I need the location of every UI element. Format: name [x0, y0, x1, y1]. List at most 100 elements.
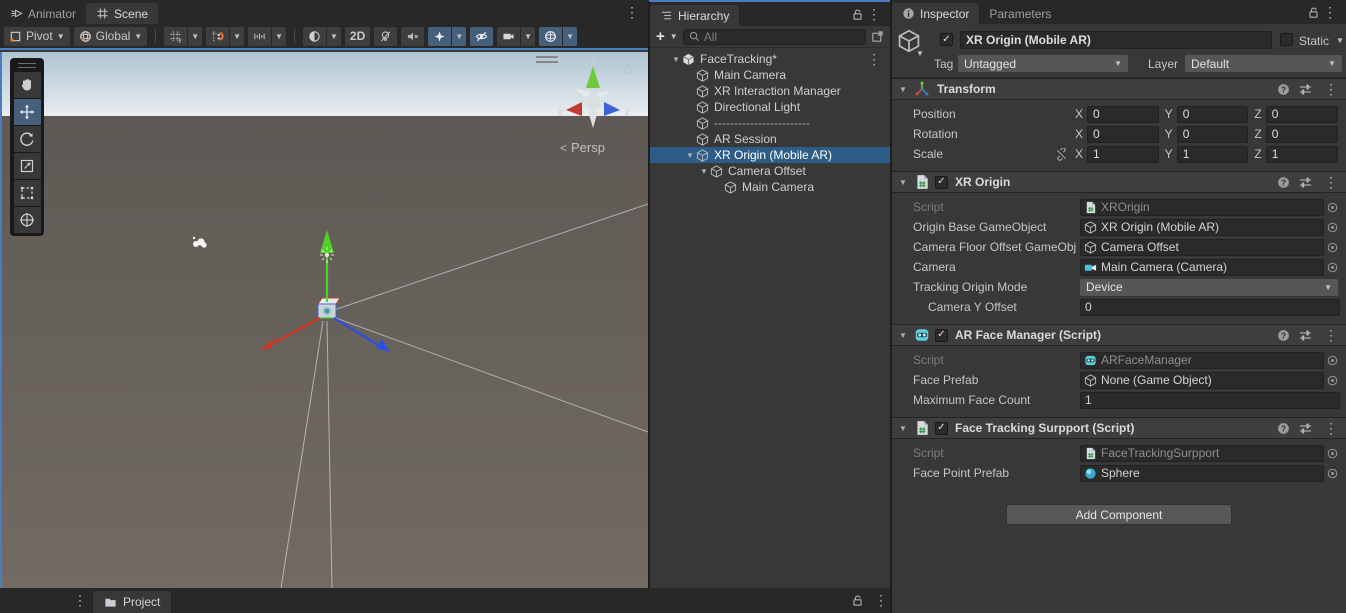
object-picker-icon[interactable] [1324, 467, 1340, 480]
hierarchy-item-main-camera[interactable]: Main Camera [650, 67, 890, 83]
project-menu-kebab-icon[interactable]: ⋮ [70, 593, 90, 607]
transform-tool-button[interactable] [13, 207, 41, 233]
scene-row-kebab-icon[interactable]: ⋮ [864, 52, 884, 66]
create-object-dropdown-icon[interactable]: ▼ [670, 32, 678, 41]
scene-camera-dropdown[interactable]: ▼ [521, 26, 536, 46]
script-object-field[interactable]: ARFaceManager [1080, 351, 1324, 369]
static-checkbox[interactable] [1280, 33, 1293, 46]
grid-visibility-dropdown[interactable]: ▼ [188, 26, 203, 46]
perspective-toggle[interactable]: < Persp [560, 140, 605, 155]
effects-dropdown[interactable]: ▼ [452, 26, 467, 46]
position-z-field[interactable]: 0 [1265, 105, 1339, 123]
foldout-icon[interactable]: ▼ [670, 55, 682, 64]
hierarchy-item-separator[interactable]: ------------------------ [650, 115, 890, 131]
tab-hierarchy[interactable]: Hierarchy [650, 5, 740, 26]
object-picker-icon[interactable] [1324, 374, 1340, 387]
add-component-button[interactable]: Add Component [1006, 504, 1232, 525]
view-tool-button[interactable] [13, 72, 41, 98]
object-picker-icon[interactable] [1324, 241, 1340, 254]
origin-base-object-field[interactable]: XR Origin (Mobile AR) [1080, 218, 1324, 236]
max-face-count-field[interactable]: 1 [1080, 391, 1340, 409]
hierarchy-item-ar-session[interactable]: AR Session [650, 131, 890, 147]
create-object-button[interactable]: + [656, 29, 665, 44]
object-picker-icon[interactable] [1324, 201, 1340, 214]
foldout-icon[interactable]: ▼ [897, 331, 909, 340]
face-prefab-object-field[interactable]: None (Game Object) [1080, 371, 1324, 389]
rotation-x-field[interactable]: 0 [1087, 125, 1159, 143]
rotation-z-field[interactable]: 0 [1265, 125, 1339, 143]
project-kebab-icon[interactable]: ⋮ [871, 593, 891, 607]
scene-lighting-button[interactable] [374, 26, 398, 46]
lock-icon[interactable] [851, 8, 864, 21]
scene-menu-kebab-icon[interactable]: ⋮ [622, 5, 642, 19]
rotate-tool-button[interactable] [13, 126, 41, 152]
scene-audio-button[interactable] [401, 26, 425, 46]
presets-icon[interactable] [1299, 176, 1312, 189]
gizmos-dropdown[interactable]: ▼ [563, 26, 578, 46]
hidden-objects-button[interactable] [470, 26, 494, 46]
grid-snap-button[interactable] [206, 26, 230, 46]
scene-camera-button[interactable] [497, 26, 521, 46]
scale-x-field[interactable]: 1 [1087, 145, 1159, 163]
snap-increment-dropdown[interactable]: ▼ [272, 26, 286, 46]
script-object-field[interactable]: XROrigin [1080, 198, 1324, 216]
foldout-icon[interactable]: ▼ [897, 85, 909, 94]
orientation-gizmo[interactable]: y x z [548, 56, 638, 146]
hierarchy-item-camera-offset[interactable]: ▼ Camera Offset [650, 163, 890, 179]
gameobject-icon-dropdown[interactable]: ▼ [916, 49, 924, 58]
camera-floor-object-field[interactable]: Camera Offset [1080, 238, 1324, 256]
overlay-drag-handle[interactable] [18, 63, 36, 68]
presets-icon[interactable] [1299, 83, 1312, 96]
help-icon[interactable] [1277, 422, 1290, 435]
component-kebab-icon[interactable]: ⋮ [1321, 82, 1341, 96]
link-broken-icon[interactable] [1055, 148, 1068, 161]
static-dropdown-icon[interactable]: ▼ [1336, 36, 1344, 45]
component-kebab-icon[interactable]: ⋮ [1321, 421, 1341, 435]
grid-visibility-button[interactable] [164, 26, 188, 46]
lock-icon[interactable] [1307, 6, 1320, 19]
gizmos-button[interactable] [539, 26, 563, 46]
scale-tool-button[interactable] [13, 153, 41, 179]
tab-parameters[interactable]: Parameters [979, 3, 1061, 24]
component-kebab-icon[interactable]: ⋮ [1321, 328, 1341, 342]
foldout-icon[interactable]: ▼ [897, 178, 909, 187]
enabled-checkbox[interactable]: ✓ [935, 175, 948, 189]
foldout-icon[interactable]: ▼ [684, 151, 696, 160]
foldout-icon[interactable]: ▼ [698, 167, 710, 176]
help-icon[interactable] [1277, 176, 1290, 189]
enabled-checkbox[interactable]: ✓ [935, 421, 948, 435]
tracking-origin-mode-dropdown[interactable]: Device ▼ [1080, 278, 1338, 296]
camera-object-field[interactable]: Main Camera (Camera) [1080, 258, 1324, 276]
scene-viewport[interactable]: y x z < Persp [0, 52, 648, 588]
hierarchy-kebab-icon[interactable]: ⋮ [864, 7, 884, 21]
2d-toggle-button[interactable]: 2D [344, 26, 371, 46]
position-y-field[interactable]: 0 [1176, 105, 1249, 123]
effects-button[interactable] [428, 26, 452, 46]
pivot-button[interactable]: Pivot ▼ [4, 26, 70, 46]
ar-face-manager-header[interactable]: ▼ ✓ AR Face Manager (Script) ⋮ [892, 324, 1346, 346]
face-tracking-header[interactable]: ▼ ✓ Face Tracking Surpport (Script) ⋮ [892, 417, 1346, 439]
hierarchy-item-directional-light[interactable]: Directional Light [650, 99, 890, 115]
snap-increment-button[interactable] [248, 26, 272, 46]
xr-origin-header[interactable]: ▼ ✓ XR Origin ⋮ [892, 171, 1346, 193]
object-picker-icon[interactable] [1324, 261, 1340, 274]
presets-icon[interactable] [1299, 329, 1312, 342]
hierarchy-search-input[interactable]: All [682, 28, 866, 45]
face-point-prefab-object-field[interactable]: Sphere [1080, 464, 1324, 482]
layer-dropdown[interactable]: Default ▼ [1185, 55, 1342, 72]
global-button[interactable]: Global ▼ [73, 26, 148, 46]
help-icon[interactable] [1277, 329, 1290, 342]
active-checkbox[interactable]: ✓ [940, 33, 953, 46]
transform-header[interactable]: ▼ Transform ⋮ [892, 78, 1346, 100]
tab-inspector[interactable]: Inspector [892, 3, 980, 24]
camera-y-offset-field[interactable]: 0 [1080, 298, 1340, 316]
tab-project[interactable]: Project [93, 591, 172, 613]
presets-icon[interactable] [1299, 422, 1312, 435]
scale-z-field[interactable]: 1 [1265, 145, 1339, 163]
tab-scene[interactable]: Scene [86, 3, 159, 24]
grid-snap-dropdown[interactable]: ▼ [230, 26, 245, 46]
hierarchy-item-scene[interactable]: ▼ FaceTracking* ⋮ [650, 51, 890, 67]
object-picker-icon[interactable] [1324, 447, 1340, 460]
move-tool-button[interactable] [13, 99, 41, 125]
draw-mode-dropdown[interactable]: ▼ [326, 26, 341, 46]
